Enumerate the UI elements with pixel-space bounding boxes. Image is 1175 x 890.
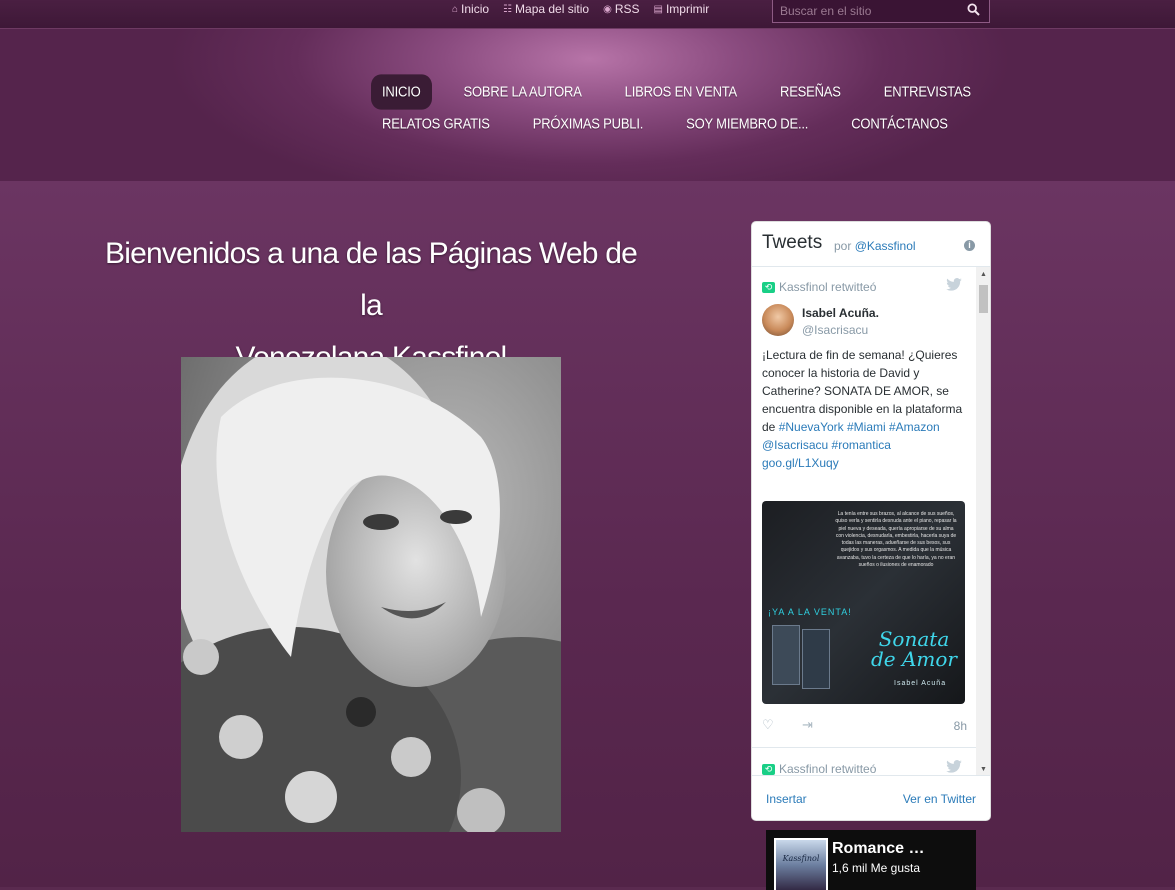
twitter-title: Tweets: [762, 232, 823, 253]
retweet-label: Kassfinol retwitteó: [779, 280, 877, 294]
tweet-image-text: La tenía entre sus brazos, al alcance de…: [835, 511, 957, 569]
tweet-image-book-title: Sonata de Amor: [870, 627, 957, 671]
nav-item-proximas-publi[interactable]: PRÓXIMAS PUBLI.: [522, 106, 654, 141]
retweet-indicator: ⟲ Kassfinol retwitteó: [762, 762, 876, 775]
page-title-line-1: Bienvenidos a una de las Páginas Web de …: [105, 237, 638, 322]
top-link-label: RSS: [614, 2, 640, 16]
embed-link[interactable]: Insertar: [766, 792, 807, 806]
divider: [752, 747, 976, 748]
main-content: Bienvenidos a una de las Páginas Web de …: [0, 181, 1175, 890]
view-on-twitter-link[interactable]: Ver en Twitter: [903, 792, 976, 806]
book-cover-image: [772, 625, 800, 685]
nav-item-libros-en-venta[interactable]: LIBROS EN VENTA: [614, 74, 748, 109]
twitter-by-handle[interactable]: @Kassfinol: [855, 239, 916, 253]
tweet-text: ¡Lectura de fin de semana! ¿Quieres cono…: [762, 346, 967, 472]
book-cover-image: [802, 629, 830, 689]
nav-item-soy-miembro[interactable]: SOY MIEMBRO DE...: [675, 106, 819, 141]
tweet-image-author: Isabel Acuña: [894, 680, 947, 687]
retweet-label: Kassfinol retwitteó: [779, 762, 877, 775]
author-photo: [181, 357, 561, 832]
hashtag[interactable]: #Amazon: [889, 420, 940, 434]
mention[interactable]: @Isacrisacu: [762, 438, 828, 452]
nav-item-resenas[interactable]: RESEÑAS: [769, 74, 852, 109]
tweet-image-banner: ¡YA A LA VENTA!: [768, 607, 852, 617]
top-link-label: Imprimir: [665, 2, 710, 16]
twitter-by-prefix: por: [834, 239, 852, 253]
top-link-sitemap[interactable]: ☷ Mapa del sitio: [503, 2, 589, 16]
top-link-rss[interactable]: ◉ RSS: [603, 2, 639, 16]
main-nav: INICIO SOBRE LA AUTORA LIBROS EN VENTA R…: [371, 74, 971, 141]
tweet-user-name[interactable]: Isabel Acuña.: [802, 306, 879, 320]
nav-item-contactanos[interactable]: CONTÁCTANOS: [840, 106, 959, 141]
top-link-label: Inicio: [461, 2, 490, 16]
facebook-page-name[interactable]: Romance …: [832, 840, 924, 858]
home-icon: ⌂: [452, 3, 459, 15]
retweet-icon: ⟲: [762, 763, 775, 775]
nav-item-inicio[interactable]: INICIO: [371, 74, 432, 110]
scrollbar-thumb[interactable]: [979, 285, 988, 313]
hashtag[interactable]: #Miami: [847, 420, 886, 434]
top-link-inicio[interactable]: ⌂ Inicio: [452, 2, 489, 16]
facebook-thumb-text: Kassfinol: [782, 854, 820, 863]
info-icon[interactable]: i: [964, 240, 975, 251]
share-icon[interactable]: ⇥: [802, 717, 813, 733]
hashtag[interactable]: #romantica: [832, 438, 891, 452]
twitter-scrollbar[interactable]: ▲ ▼: [976, 267, 990, 775]
tweet-time[interactable]: 8h: [954, 719, 967, 733]
twitter-footer: Insertar Ver en Twitter: [752, 775, 990, 820]
heart-icon[interactable]: ♡: [762, 717, 774, 733]
sitemap-icon: ☷: [503, 3, 513, 15]
avatar[interactable]: [762, 304, 794, 336]
top-link-print[interactable]: ▤ Imprimir: [654, 2, 710, 16]
twitter-feed: ⟲ Kassfinol retwitteó Isabel Acuña. @Isac…: [752, 267, 976, 775]
retweet-icon: ⟲: [762, 281, 775, 293]
top-link-label: Mapa del sitio: [515, 2, 590, 16]
site-header: INICIO SOBRE LA AUTORA LIBROS EN VENTA R…: [0, 29, 1175, 182]
retweet-indicator: ⟲ Kassfinol retwitteó: [762, 280, 876, 294]
rss-icon: ◉: [603, 3, 612, 15]
facebook-page-widget[interactable]: Kassfinol Romance … 1,6 mil Me gusta: [766, 830, 976, 890]
tweet-user-handle[interactable]: @Isacrisacu: [802, 323, 868, 337]
search-icon[interactable]: [967, 3, 981, 17]
twitter-byline: por @Kassfinol: [834, 239, 916, 253]
top-utility-bar: ⌂ Inicio ☷ Mapa del sitio ◉ RSS ▤ Imprimir: [0, 0, 1175, 29]
site-search: [772, 0, 990, 23]
scroll-up-icon[interactable]: ▲: [980, 271, 987, 278]
nav-item-sobre-la-autora[interactable]: SOBRE LA AUTORA: [453, 74, 593, 109]
search-input[interactable]: [773, 0, 966, 22]
facebook-likes-count: 1,6 mil Me gusta: [832, 861, 921, 875]
nav-row-2: RELATOS GRATIS PRÓXIMAS PUBLI. SOY MIEMB…: [371, 106, 948, 141]
scroll-down-icon[interactable]: ▼: [980, 766, 987, 773]
print-icon: ▤: [653, 3, 663, 15]
hashtag[interactable]: #NuevaYork: [779, 420, 844, 434]
twitter-timeline-widget: Tweets por @Kassfinol i ⟲ Kassfinol retwi…: [751, 221, 991, 821]
nav-row-1: INICIO SOBRE LA AUTORA LIBROS EN VENTA R…: [371, 74, 971, 110]
twitter-header: Tweets por @Kassfinol i: [752, 222, 990, 267]
twitter-bird-icon[interactable]: [946, 760, 962, 775]
nav-item-relatos-gratis[interactable]: RELATOS GRATIS: [371, 106, 501, 141]
nav-item-entrevistas[interactable]: ENTREVISTAS: [873, 74, 982, 109]
tweet-image[interactable]: La tenía entre sus brazos, al alcance de…: [762, 501, 965, 704]
top-links: ⌂ Inicio ☷ Mapa del sitio ◉ RSS ▤ Imprimir: [452, 2, 709, 16]
tweet-actions: ♡ ⇥ 8h: [762, 717, 967, 733]
twitter-bird-icon[interactable]: [946, 278, 962, 294]
tweet-link[interactable]: goo.gl/L1Xuqy: [762, 456, 839, 470]
facebook-page-thumbnail[interactable]: Kassfinol: [774, 838, 828, 890]
